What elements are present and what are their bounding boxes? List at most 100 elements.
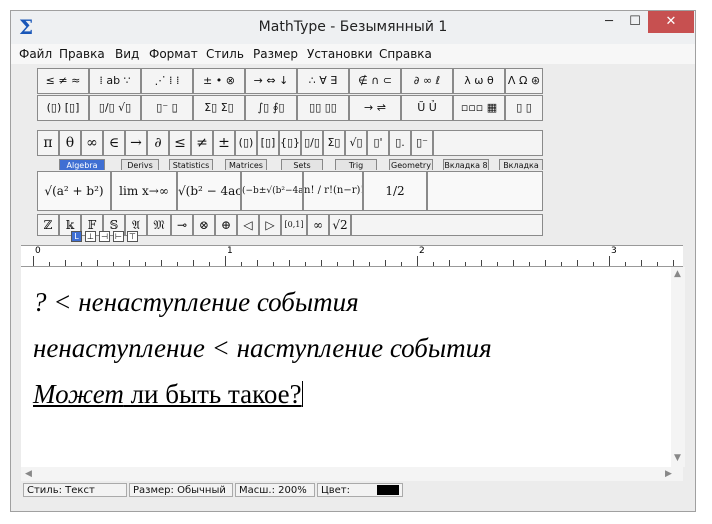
menu-size[interactable]: Размер [253, 47, 298, 61]
multimap-button[interactable]: ⊸ [171, 214, 193, 236]
interval-button[interactable]: [0,1] [281, 214, 307, 236]
products-palette[interactable]: Ũ Ủ [401, 95, 453, 121]
menu-style[interactable]: Стиль [206, 47, 244, 61]
superscript-button[interactable]: ▯' [367, 130, 389, 156]
ruler-tick [529, 262, 530, 266]
ruler[interactable]: 0 1 2 3 [21, 245, 683, 267]
half-template[interactable]: 1/2 [363, 171, 427, 211]
greek-lower-palette[interactable]: λ ω θ [453, 68, 505, 94]
arrows-palette[interactable]: → ⇔ ↓ [245, 68, 297, 94]
tab-trig[interactable]: Trig [335, 159, 377, 170]
relation-tab-button[interactable]: ⊢ [113, 231, 124, 242]
theta-button[interactable]: θ [59, 130, 81, 156]
labeled-arrows-palette[interactable]: → ⇌ [349, 95, 401, 121]
tab-sets[interactable]: Sets [281, 159, 323, 170]
scroll-up-icon[interactable]: ▲ [674, 269, 681, 279]
equation-line-2: ненаступление < наступление события [33, 333, 492, 363]
fraktur-m-button[interactable]: 𝔐 [147, 214, 171, 236]
status-bar: Стиль: Текст Размер: Обычный Масш.: 200%… [21, 481, 683, 499]
set-theory-palette[interactable]: ∉ ∩ ⊂ [349, 68, 401, 94]
summation-palette[interactable]: Σ▯ Σ▯ [193, 95, 245, 121]
ruler-number: 3 [611, 246, 617, 256]
plus-minus-button[interactable]: ± [213, 130, 235, 156]
sum-button[interactable]: Σ▯ [323, 130, 345, 156]
less-equal-button[interactable]: ≤ [169, 130, 191, 156]
ruler-tick [129, 260, 130, 266]
not-equal-button[interactable]: ≠ [191, 130, 213, 156]
subscript-button[interactable]: ▯. [389, 130, 411, 156]
ruler-tick [289, 260, 290, 266]
scroll-down-icon[interactable]: ▼ [674, 453, 681, 463]
menu-edit[interactable]: Правка [59, 47, 105, 61]
otimes-button[interactable]: ⊗ [193, 214, 215, 236]
partial-button[interactable]: ∂ [147, 130, 169, 156]
tab-9[interactable]: Вкладка 9 [499, 159, 543, 181]
menu-help[interactable]: Справка [379, 47, 432, 61]
infinity-small-button[interactable]: ∞ [307, 214, 329, 236]
misc-symbols-palette[interactable]: ∂ ∞ ℓ [401, 68, 453, 94]
combination-template[interactable]: n! / r!(n−r)! [303, 171, 363, 211]
decimal-tab-button[interactable]: ⊤ [127, 231, 138, 242]
menu-preferences[interactable]: Установки [307, 47, 373, 61]
tab-8[interactable]: Вкладка 8 [443, 159, 489, 170]
bars-palette[interactable]: ▯▯ ▯▯ [297, 95, 349, 121]
relations-palette[interactable]: ≤ ≠ ≈ [37, 68, 89, 94]
spaces-ellipses-palette[interactable]: ⁞ ab ∵ [89, 68, 141, 94]
sqrt2-button[interactable]: √2 [329, 214, 351, 236]
minimize-button[interactable]: ─ [596, 11, 622, 33]
ruler-tick [433, 262, 434, 266]
ruler-tick [641, 260, 642, 266]
sqrt-button[interactable]: √▯ [345, 130, 367, 156]
tab-derivs[interactable]: Derivs [121, 159, 159, 170]
oplus-button[interactable]: ⊕ [215, 214, 237, 236]
greek-upper-palette[interactable]: Λ Ω ⊛ [505, 68, 543, 94]
limit-template[interactable]: lim x→∞ [111, 171, 177, 211]
element-of-button[interactable]: ∈ [103, 130, 125, 156]
horizontal-scrollbar[interactable]: ◀ ▶ [21, 467, 683, 481]
arrow-button[interactable]: → [125, 130, 147, 156]
fraction-button[interactable]: ▯/▯ [301, 130, 323, 156]
scroll-left-icon[interactable]: ◀ [25, 469, 32, 479]
tab-matrices[interactable]: Matrices [225, 159, 267, 170]
pi-button[interactable]: π [37, 130, 59, 156]
infinity-button[interactable]: ∞ [81, 130, 103, 156]
quadratic-template[interactable]: (−b±√(b²−4ac))/2a [241, 171, 303, 211]
left-triangle-button[interactable]: ◁ [237, 214, 259, 236]
title-bar[interactable]: Σ MathType - Безымянный 1 ─ ☐ ✕ [11, 11, 695, 44]
symbol-palettes: ≤ ≠ ≈ ⁞ ab ∵ ⋰ ⁞ ⁞ ± • ⊗ → ⇔ ↓ ∴ ∀ ∃ ∉ ∩… [29, 66, 543, 238]
discriminant-template[interactable]: √(b² − 4ac) [177, 171, 241, 211]
ruler-tick [401, 262, 402, 266]
integers-symbol-button[interactable]: ℤ [37, 214, 59, 236]
boxes-palette[interactable]: ▯ ▯ [505, 95, 543, 121]
sub-sup-button[interactable]: ▯⁻ [411, 130, 433, 156]
subscripts-palette[interactable]: ▯⁻ ▯̱ [141, 95, 193, 121]
left-tab-button[interactable]: L [71, 231, 82, 242]
fractions-radicals-palette[interactable]: ▯/▯ √▯ [89, 95, 141, 121]
ruler-tick [481, 260, 482, 266]
braces-button[interactable]: {▯} [279, 130, 301, 156]
ruler-tick [593, 262, 594, 266]
tab-algebra[interactable]: Algebra [59, 159, 105, 170]
hypotenuse-template[interactable]: √(a² + b²) [37, 171, 111, 211]
scroll-right-icon[interactable]: ▶ [665, 469, 672, 479]
vertical-scrollbar[interactable]: ▲ ▼ [671, 267, 685, 467]
equation-editing-area[interactable]: ? < ненаступление события ненаступление … [21, 267, 681, 467]
embellishments-palette[interactable]: ⋰ ⁞ ⁞ [141, 68, 193, 94]
close-button[interactable]: ✕ [648, 11, 694, 33]
center-tab-button[interactable]: ⊥ [85, 231, 96, 242]
tab-statistics[interactable]: Statistics [169, 159, 213, 170]
parentheses-button[interactable]: (▯) [235, 130, 257, 156]
right-triangle-button[interactable]: ▷ [259, 214, 281, 236]
tab-geometry[interactable]: Geometry [389, 159, 433, 170]
operators-palette[interactable]: ± • ⊗ [193, 68, 245, 94]
logic-palette[interactable]: ∴ ∀ ∃ [297, 68, 349, 94]
maximize-button[interactable]: ☐ [622, 11, 648, 33]
fences-palette[interactable]: (▯) [▯] [37, 95, 89, 121]
brackets-button[interactable]: [▯] [257, 130, 279, 156]
menu-format[interactable]: Формат [149, 47, 198, 61]
right-tab-button[interactable]: ⊣ [99, 231, 110, 242]
integrals-palette[interactable]: ∫▯ ∮▯ [245, 95, 297, 121]
matrices-palette[interactable]: ▫▫▫ ▦ [453, 95, 505, 121]
menu-file[interactable]: Файл [19, 47, 52, 61]
menu-view[interactable]: Вид [115, 47, 139, 61]
